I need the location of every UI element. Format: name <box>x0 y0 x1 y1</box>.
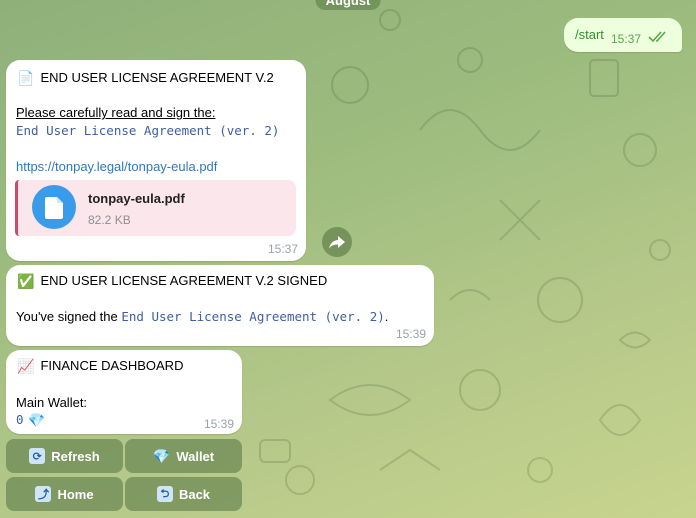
signed-suffix: . <box>384 309 389 324</box>
main-wallet-label: Main Wallet: <box>16 395 88 410</box>
file-name[interactable]: tonpay-eula.pdf <box>88 191 185 206</box>
gem-stone-icon: 💎 <box>27 411 45 428</box>
outgoing-text[interactable]: /start <box>575 27 604 42</box>
signed-title: ✅ END USER LICENSE AGREEMENT V.2 SIGNED <box>17 273 327 288</box>
signed-body: You've signed the End User License Agree… <box>16 309 388 324</box>
wallet-label: Wallet <box>176 448 215 464</box>
wallet-balance: 0 💎 <box>16 412 45 427</box>
dashboard-time: 15:39 <box>203 417 234 431</box>
signed-message: ✅ END USER LICENSE AGREEMENT V.2 SIGNED … <box>6 265 434 346</box>
refresh-button[interactable]: ⟳ Refresh <box>6 439 123 473</box>
eula-link[interactable]: https://tonpay.legal/tonpay-eula.pdf <box>16 159 217 174</box>
chat-view: August /start 15:37 📄 END USER LICENSE A… <box>0 0 696 518</box>
share-button[interactable] <box>322 227 352 257</box>
signed-agreement-name: End User License Agreement (ver. 2) <box>121 309 385 324</box>
eula-title: 📄 END USER LICENSE AGREEMENT V.2 <box>17 70 274 85</box>
wallet-button[interactable]: 💎 Wallet <box>125 439 242 473</box>
eula-time: 15:37 <box>267 242 298 256</box>
signed-prefix: You've signed the <box>16 309 122 324</box>
home-arrow-icon: ⤴ <box>35 486 52 502</box>
pdf-attachment[interactable]: tonpay-eula.pdf 82.2 KB <box>15 180 296 236</box>
home-label: Home <box>57 486 94 502</box>
read-checkmarks-icon <box>648 31 666 43</box>
gem-stone-icon: 💎 <box>152 448 171 464</box>
signed-time: 15:39 <box>395 327 426 341</box>
refresh-label: Refresh <box>51 448 100 464</box>
page-facing-up-icon: 📄 <box>17 69 35 86</box>
outgoing-time: 15:37 <box>611 32 642 46</box>
check-mark-button-icon: ✅ <box>17 272 35 289</box>
eula-title-text: END USER LICENSE AGREEMENT V.2 <box>40 70 274 85</box>
signed-title-text: END USER LICENSE AGREEMENT V.2 SIGNED <box>40 273 328 288</box>
eula-agreement-name: End User License Agreement (ver. 2) <box>16 123 280 138</box>
balance-value: 0 <box>16 412 24 427</box>
share-arrow-icon <box>329 236 345 249</box>
chart-increasing-icon: 📈 <box>17 357 35 374</box>
dashboard-message: 📈 FINANCE DASHBOARD Main Wallet: 0 💎 15:… <box>6 350 242 434</box>
date-chip: August <box>315 0 381 10</box>
outgoing-message[interactable]: /start 15:37 <box>564 18 682 52</box>
back-label: Back <box>178 486 211 502</box>
dashboard-title: 📈 FINANCE DASHBOARD <box>17 358 183 373</box>
eula-instruction: Please carefully read and sign the: <box>16 105 216 120</box>
back-button[interactable]: ⮌ Back <box>125 477 242 511</box>
eula-message: 📄 END USER LICENSE AGREEMENT V.2 Please … <box>6 60 306 261</box>
file-size: 82.2 KB <box>88 213 131 227</box>
dashboard-title-text: FINANCE DASHBOARD <box>40 358 184 373</box>
home-button[interactable]: ⤴ Home <box>6 477 123 511</box>
file-icon[interactable] <box>32 185 76 229</box>
refresh-icon: ⟳ <box>29 448 46 464</box>
back-arrow-icon: ⮌ <box>156 486 173 502</box>
